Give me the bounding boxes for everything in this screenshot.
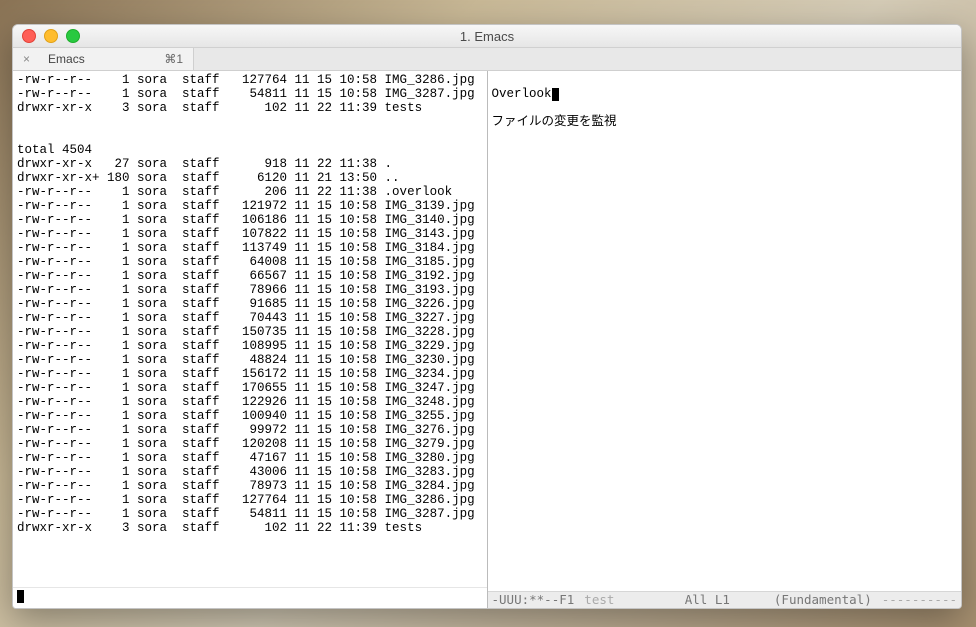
minimize-icon[interactable] (44, 29, 58, 43)
buffer-line: Overlook (492, 87, 552, 101)
modeline-tail: ---------- (882, 593, 957, 607)
modeline-status: -UUU:**--F1 (492, 593, 575, 607)
right-pane[interactable]: Overlook ファイルの変更を監視 -UUU:**--F1 test All… (488, 71, 962, 608)
tab-emacs[interactable]: × Emacs ⌘1 (13, 48, 194, 70)
text-buffer[interactable]: Overlook ファイルの変更を監視 (488, 71, 962, 591)
close-icon[interactable] (22, 29, 36, 43)
buffer-line: ファイルの変更を監視 (492, 115, 617, 129)
editor-content: -rw-r--r-- 1 sora staff 127764 11 15 10:… (13, 71, 961, 608)
modeline-major-mode: (Fundamental) (774, 593, 872, 607)
minibuffer[interactable] (13, 587, 487, 608)
modeline-position: All L1 (685, 593, 730, 607)
shell-buffer[interactable]: -rw-r--r-- 1 sora staff 127764 11 15 10:… (13, 71, 487, 587)
modeline-buffer-name: test (584, 593, 614, 607)
tab-keyhint: ⌘1 (164, 52, 183, 66)
tab-label: Emacs (48, 52, 150, 66)
tab-close-icon[interactable]: × (23, 52, 30, 66)
window-controls (13, 29, 80, 43)
left-pane[interactable]: -rw-r--r-- 1 sora staff 127764 11 15 10:… (13, 71, 488, 608)
cursor-icon (552, 88, 559, 101)
cursor-icon (17, 590, 24, 603)
tab-bar: × Emacs ⌘1 (13, 48, 961, 71)
mode-line: -UUU:**--F1 test All L1 (Fundamental) --… (488, 591, 962, 608)
window-titlebar: 1. Emacs (13, 25, 961, 48)
window-title: 1. Emacs (13, 29, 961, 44)
emacs-window: 1. Emacs × Emacs ⌘1 -rw-r--r-- 1 sora st… (12, 24, 962, 609)
zoom-icon[interactable] (66, 29, 80, 43)
